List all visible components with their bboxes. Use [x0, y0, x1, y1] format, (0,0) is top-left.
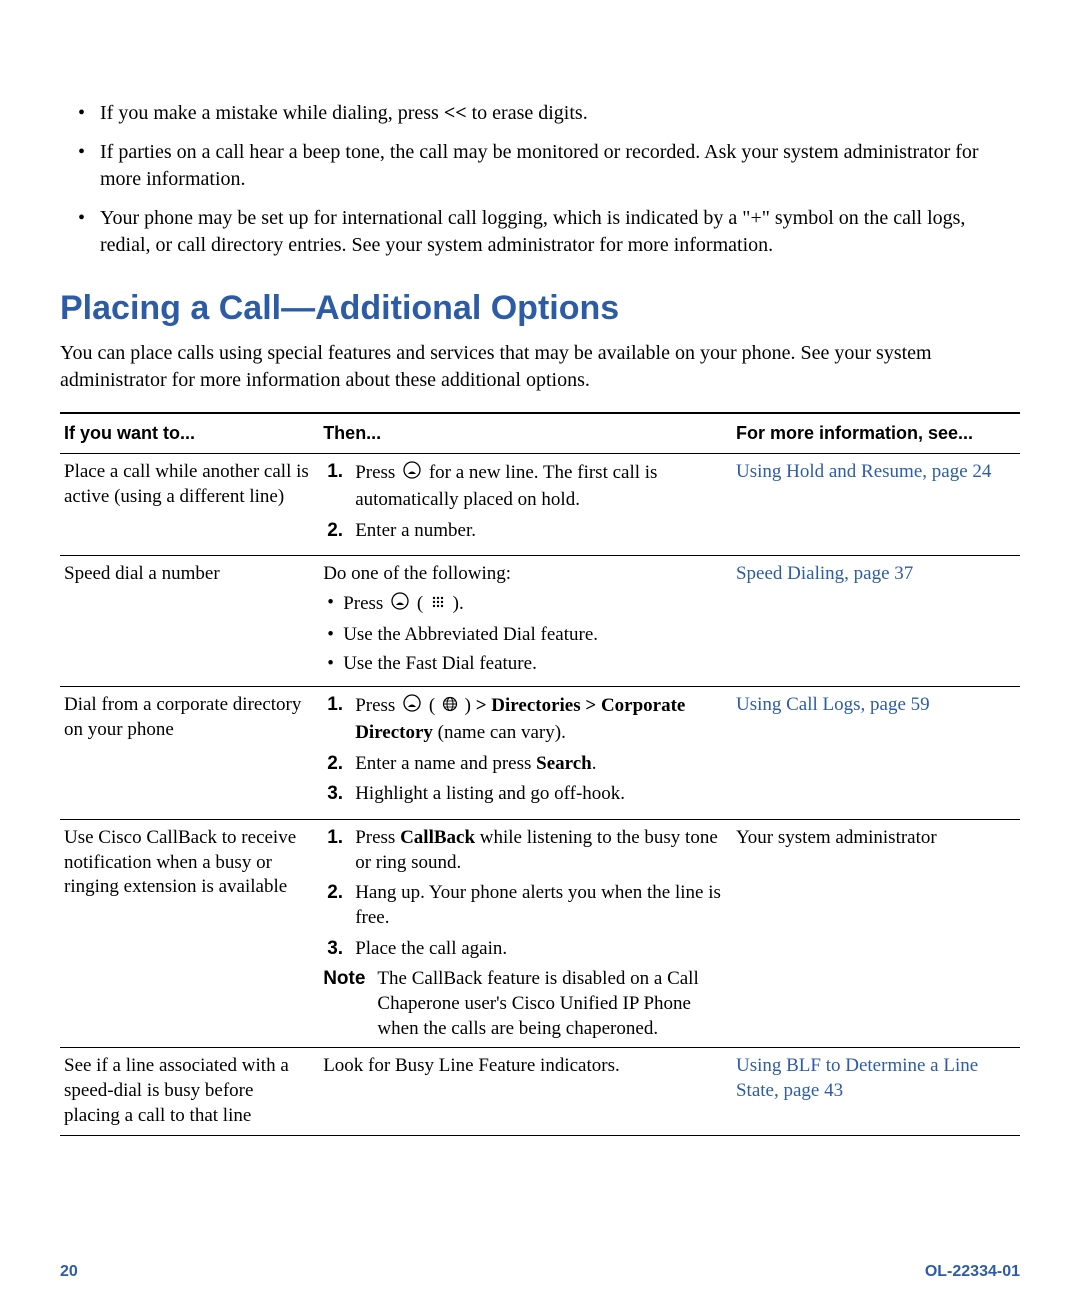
- globe-icon: [442, 695, 458, 720]
- text: ): [465, 695, 476, 716]
- intro-bullet: Your phone may be set up for internation…: [100, 205, 1020, 259]
- page-footer: 20 OL-22334-01: [60, 1263, 1020, 1281]
- step: Press CallBack while listening to the bu…: [349, 826, 722, 875]
- col-header-info: For more information, see...: [732, 413, 1020, 454]
- text: for a new line. The first call is automa…: [355, 463, 657, 510]
- note-label: Note: [323, 967, 365, 1041]
- want-cell: Place a call while another call is activ…: [60, 454, 319, 556]
- step: Enter a number.: [349, 519, 722, 544]
- line-button-icon: [390, 591, 410, 619]
- info-cell: Your system administrator: [732, 819, 1020, 1048]
- list-item: Use the Fast Dial feature.: [343, 652, 722, 677]
- table-row: Dial from a corporate directory on your …: [60, 687, 1020, 820]
- line-button-icon: [402, 460, 422, 488]
- xref-link[interactable]: Using Call Logs, page 59: [736, 694, 930, 715]
- want-cell: Dial from a corporate directory on your …: [60, 687, 319, 820]
- section-heading: Placing a Call—Additional Options: [60, 289, 1020, 328]
- intro-bullet: If parties on a call hear a beep tone, t…: [100, 139, 1020, 193]
- step: Hang up. Your phone alerts you when the …: [349, 881, 722, 930]
- xref-link[interactable]: Using BLF to Determine a Line State, pag…: [736, 1055, 978, 1101]
- section-intro: You can place calls using special featur…: [60, 340, 1020, 394]
- list-item: Use the Abbreviated Dial feature.: [343, 623, 722, 648]
- step: Press (: [349, 693, 722, 745]
- text: to erase digits.: [467, 102, 588, 124]
- then-cell: Look for Busy Line Feature indicators.: [319, 1048, 732, 1135]
- step: Place the call again.: [349, 937, 722, 962]
- feature-table: If you want to... Then... For more infor…: [60, 412, 1020, 1136]
- list-item: Press (: [343, 591, 722, 619]
- step: Highlight a listing and go off-hook.: [349, 782, 722, 807]
- softkey-label: CallBack: [400, 827, 475, 848]
- info-cell: Using BLF to Determine a Line State, pag…: [732, 1048, 1020, 1135]
- xref-link[interactable]: Speed Dialing, page 37: [736, 563, 913, 584]
- info-cell: Speed Dialing, page 37: [732, 556, 1020, 687]
- step: Enter a name and press Search.: [349, 752, 722, 777]
- table-row: See if a line associated with a speed-di…: [60, 1048, 1020, 1135]
- info-cell: Using Hold and Resume, page 24: [732, 454, 1020, 556]
- table-row: Place a call while another call is activ…: [60, 454, 1020, 556]
- doc-id: OL-22334-01: [925, 1263, 1020, 1281]
- text: (: [429, 695, 440, 716]
- then-cell: Press (: [319, 687, 732, 820]
- table-row: Use Cisco CallBack to receive notificati…: [60, 819, 1020, 1048]
- text: Press: [355, 463, 400, 484]
- softkey-label: Search: [536, 753, 592, 774]
- text: (name can vary).: [433, 722, 566, 743]
- text: ).: [453, 593, 464, 614]
- intro-bullet-list: If you make a mistake while dialing, pre…: [60, 100, 1020, 259]
- intro-bullet: If you make a mistake while dialing, pre…: [100, 100, 1020, 127]
- then-cell: Do one of the following: Press (: [319, 556, 732, 687]
- then-cell: Press for a new line. The first call is …: [319, 454, 732, 556]
- then-cell: Press CallBack while listening to the bu…: [319, 819, 732, 1048]
- step: Press for a new line. The first call is …: [349, 460, 722, 512]
- note-text: The CallBack feature is disabled on a Ca…: [377, 967, 722, 1041]
- page-number: 20: [60, 1263, 78, 1281]
- col-header-then: Then...: [319, 413, 732, 454]
- want-cell: Speed dial a number: [60, 556, 319, 687]
- text: Press: [355, 695, 400, 716]
- text: (: [417, 593, 428, 614]
- want-cell: See if a line associated with a speed-di…: [60, 1048, 319, 1135]
- xref-link[interactable]: Using Hold and Resume, page 24: [736, 461, 991, 482]
- text: .: [592, 753, 597, 774]
- info-cell: Using Call Logs, page 59: [732, 687, 1020, 820]
- col-header-want: If you want to...: [60, 413, 319, 454]
- speed-dial-icon: [430, 593, 446, 618]
- key-label: <<: [444, 102, 467, 124]
- text: Press: [355, 827, 400, 848]
- note: Note The CallBack feature is disabled on…: [323, 967, 722, 1041]
- text: Press: [343, 593, 388, 614]
- want-cell: Use Cisco CallBack to receive notificati…: [60, 819, 319, 1048]
- table-row: Speed dial a number Do one of the follow…: [60, 556, 1020, 687]
- text: If you make a mistake while dialing, pre…: [100, 102, 444, 124]
- text: Enter a name and press: [355, 753, 536, 774]
- lead-sentence: Do one of the following:: [323, 562, 722, 587]
- applications-button-icon: [402, 693, 422, 721]
